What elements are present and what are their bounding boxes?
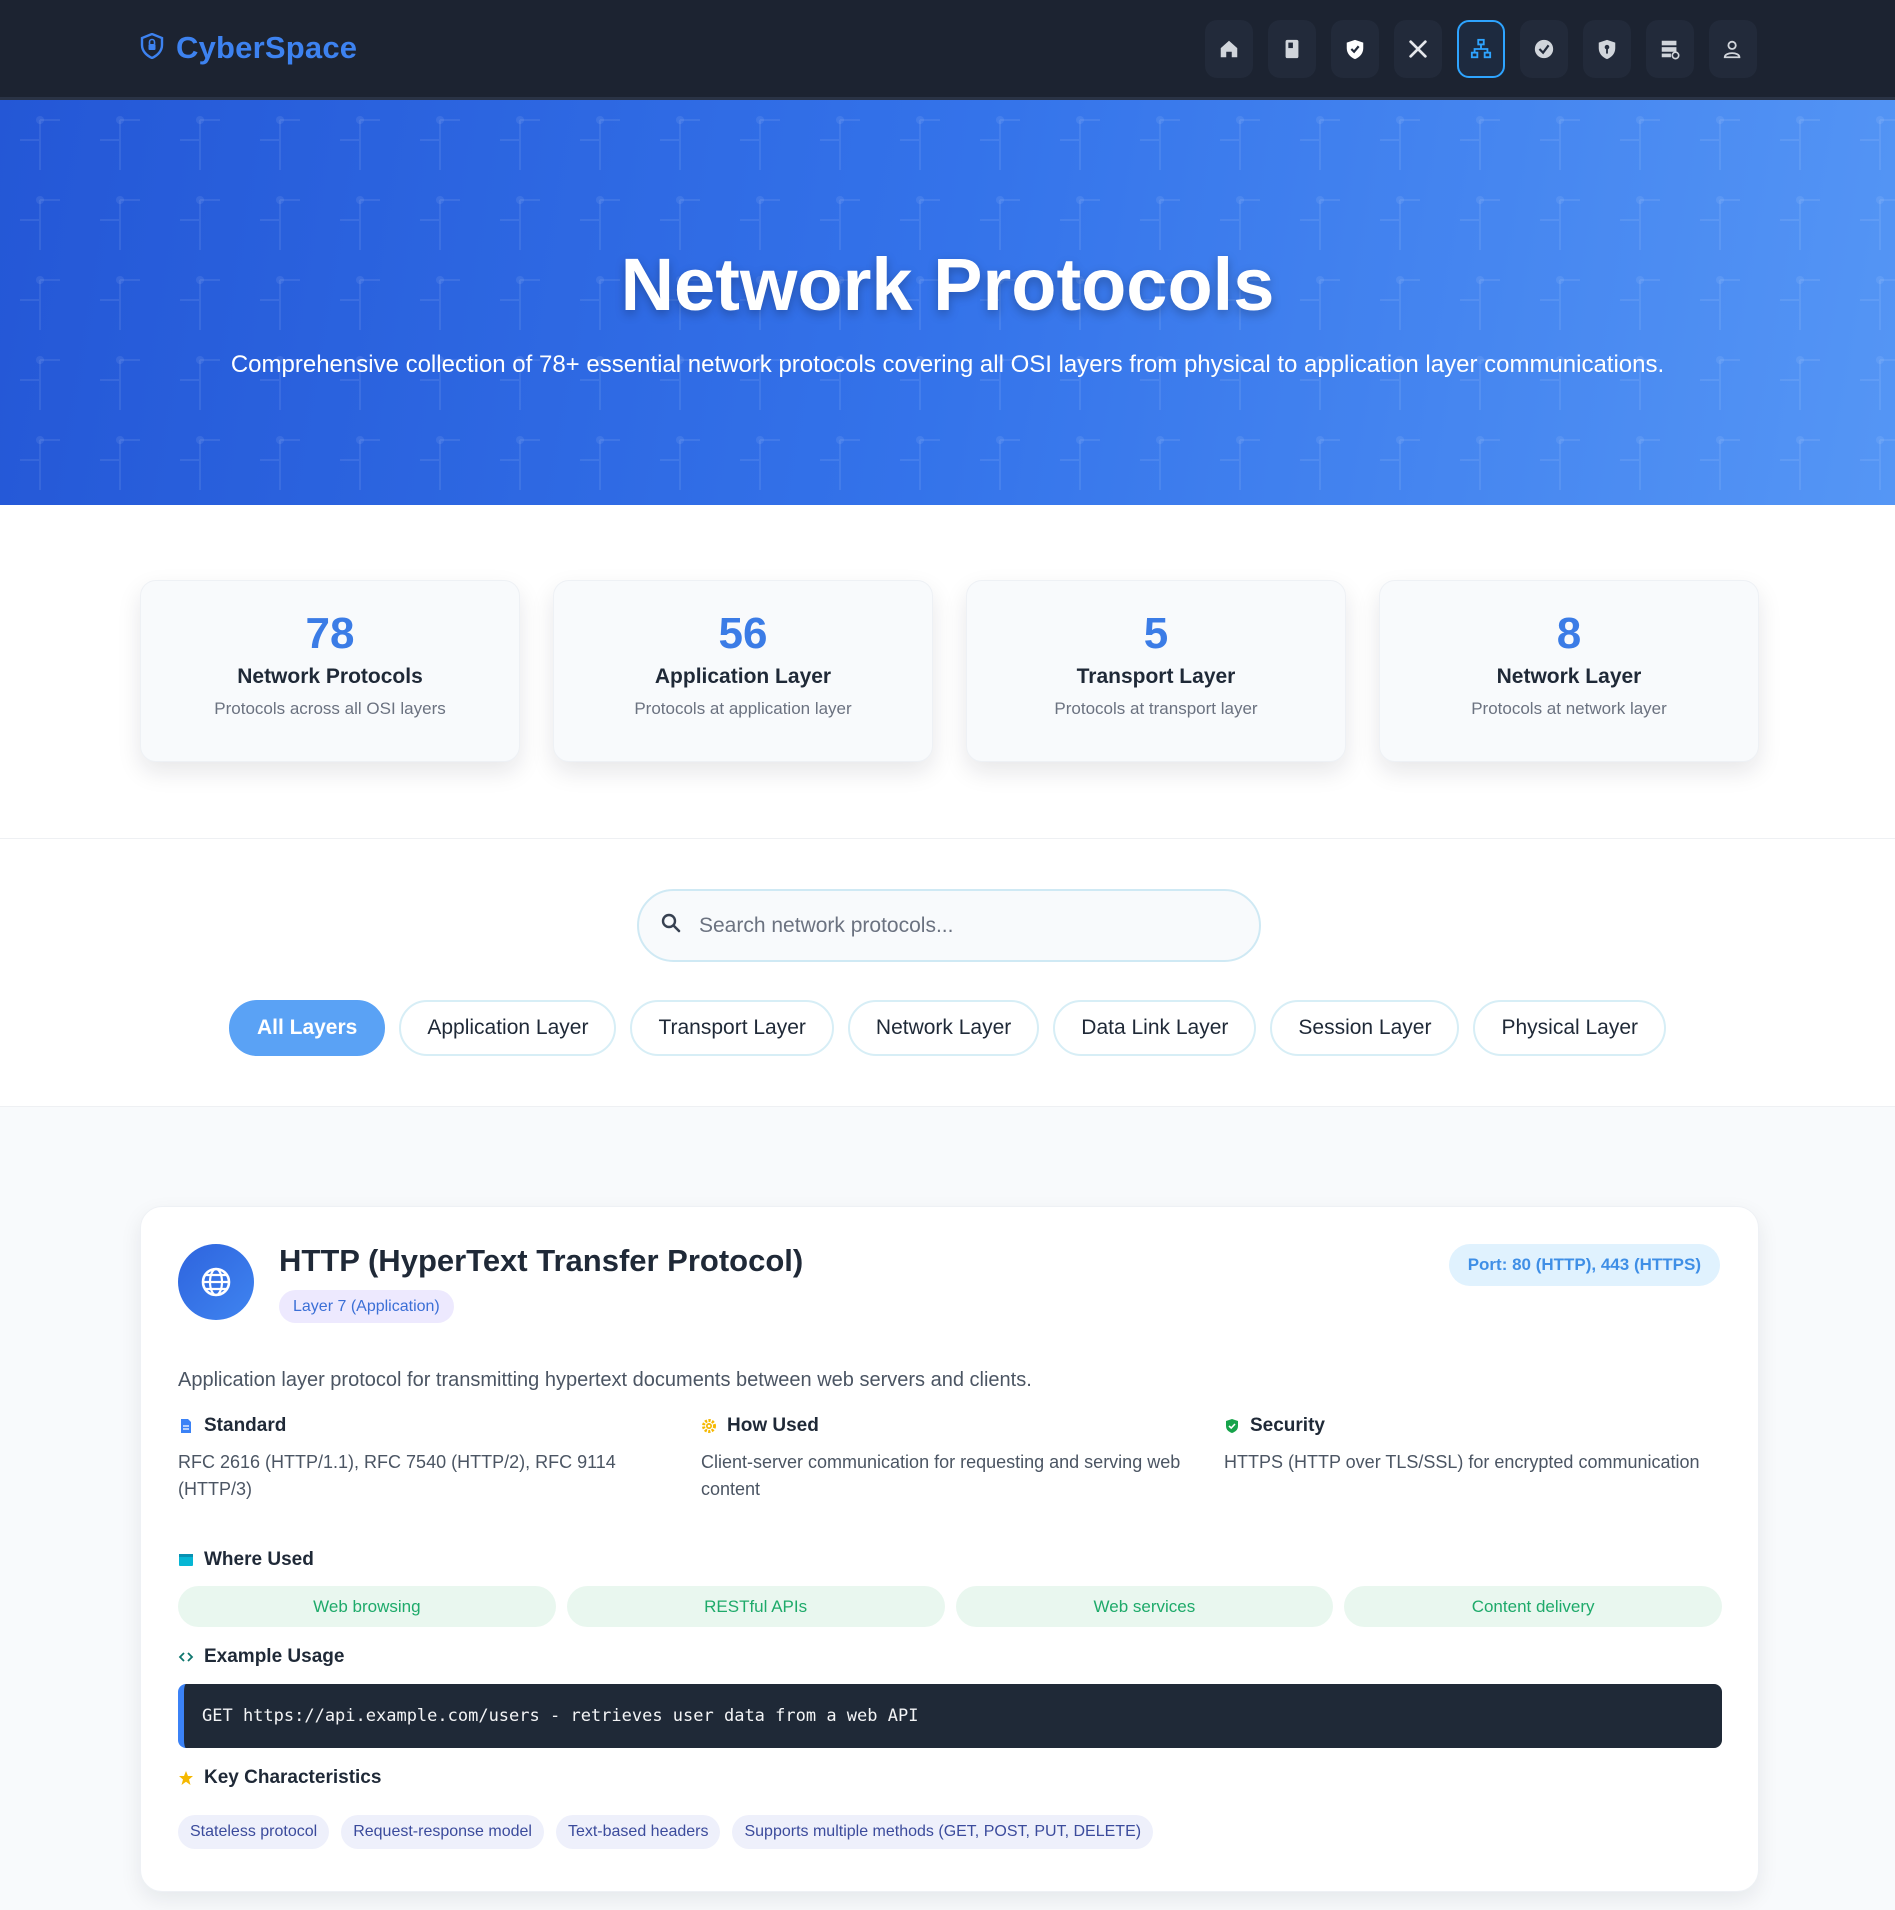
tools-icon xyxy=(1409,40,1427,58)
where-used-item: RESTful APIs xyxy=(566,1586,945,1627)
star-icon xyxy=(179,1771,193,1785)
filter-physical-layer[interactable]: Physical Layer xyxy=(1473,1000,1667,1056)
stat-value: 8 xyxy=(1556,609,1582,658)
filter-transport-layer[interactable]: Transport Layer xyxy=(630,1000,834,1056)
security-section: Security HTTPS (HTTP over TLS/SSL) for e… xyxy=(1224,1415,1724,1476)
nav-tools-button[interactable] xyxy=(1394,20,1442,78)
stat-description: Protocols across all OSI layers xyxy=(214,699,446,718)
search-box[interactable] xyxy=(637,889,1261,962)
protocol-card[interactable]: HTTP (HyperText Transfer Protocol) Layer… xyxy=(140,1206,1759,1892)
filter-application-layer[interactable]: Application Layer xyxy=(399,1000,617,1056)
security-text: HTTPS (HTTP over TLS/SSL) for encrypted … xyxy=(1224,1452,1700,1472)
brand-name: CyberSpace xyxy=(176,30,358,65)
stat-label: Network Protocols xyxy=(237,665,423,688)
where-used-item: Web browsing xyxy=(178,1586,556,1627)
standard-heading: Standard xyxy=(204,1415,287,1436)
standard-text: RFC 2616 (HTTP/1.1), RFC 7540 (HTTP/2), … xyxy=(178,1452,616,1499)
shield-check-icon xyxy=(1346,39,1364,60)
network-icon xyxy=(1470,38,1492,59)
stat-card-total: 78 Network Protocols Protocols across al… xyxy=(140,580,520,762)
characteristics-heading-row: Key Characteristics xyxy=(178,1767,381,1789)
search-icon xyxy=(661,913,681,938)
stat-description: Protocols at network layer xyxy=(1471,699,1667,718)
port-badge: Port: 80 (HTTP), 443 (HTTPS) xyxy=(1448,1244,1720,1286)
how-used-text: Client-server communication for requesti… xyxy=(701,1452,1181,1499)
window-icon xyxy=(179,1554,193,1566)
search-filter-section: All Layers Application Layer Transport L… xyxy=(0,839,1895,1107)
nav-shield-check-button[interactable] xyxy=(1331,20,1379,78)
filter-network-layer[interactable]: Network Layer xyxy=(847,1000,1040,1056)
stat-value: 5 xyxy=(1143,609,1169,658)
how-used-section: How Used Client-server communication for… xyxy=(701,1415,1201,1503)
top-navbar: CyberSpace xyxy=(0,0,1895,100)
nav-user-button[interactable] xyxy=(1709,20,1757,78)
where-used-item: Web services xyxy=(955,1586,1334,1627)
stat-value: 78 xyxy=(305,609,355,658)
where-used-item: Content delivery xyxy=(1344,1586,1722,1627)
nav-check-button[interactable] xyxy=(1520,20,1568,78)
example-heading: Example Usage xyxy=(204,1646,345,1667)
security-heading: Security xyxy=(1250,1415,1325,1436)
nav-home-button[interactable] xyxy=(1205,20,1253,78)
protocol-description: Application layer protocol for transmitt… xyxy=(178,1369,1032,1391)
brand[interactable]: CyberSpace xyxy=(140,30,357,66)
nav-network-button[interactable] xyxy=(1457,20,1505,78)
document-icon xyxy=(181,1419,191,1433)
characteristic-tag: Stateless protocol xyxy=(178,1815,330,1849)
protocol-title: HTTP (HyperText Transfer Protocol) xyxy=(279,1243,804,1278)
server-icon xyxy=(1661,40,1680,60)
layer-filter-bar: All Layers Application Layer Transport L… xyxy=(0,1000,1895,1056)
stat-card-network: 8 Network Layer Protocols at network lay… xyxy=(1379,580,1759,762)
gear-icon xyxy=(702,1419,716,1433)
check-circle-icon xyxy=(1534,39,1554,59)
characteristic-tag: Request-response model xyxy=(341,1815,544,1849)
book-icon xyxy=(1285,39,1299,59)
stat-label: Application Layer xyxy=(654,665,832,688)
shield-check-icon xyxy=(1226,1419,1238,1433)
layer-badge: Layer 7 (Application) xyxy=(279,1290,454,1323)
stat-description: Protocols at application layer xyxy=(634,699,852,718)
stats-section: 78 Network Protocols Protocols across al… xyxy=(0,505,1895,839)
home-icon xyxy=(1220,40,1238,58)
where-used-list: Web browsing RESTful APIs Web services C… xyxy=(178,1586,1722,1627)
shield-key-icon xyxy=(1598,39,1616,60)
shield-lock-icon xyxy=(140,32,164,64)
nav-icon-bar xyxy=(1205,20,1757,78)
where-used-heading-row: Where Used xyxy=(178,1549,314,1571)
nav-server-button[interactable] xyxy=(1646,20,1694,78)
protocol-list: HTTP (HyperText Transfer Protocol) Layer… xyxy=(0,1107,1895,1910)
nav-shield-key-button[interactable] xyxy=(1583,20,1631,78)
search-input[interactable] xyxy=(699,913,1219,938)
page-subtitle: Comprehensive collection of 78+ essentia… xyxy=(230,351,1665,378)
stat-value: 56 xyxy=(718,609,768,658)
characteristics-heading: Key Characteristics xyxy=(204,1767,382,1788)
filter-all-layers[interactable]: All Layers xyxy=(228,1000,386,1056)
stat-label: Network Layer xyxy=(1496,665,1642,688)
stat-card-application: 56 Application Layer Protocols at applic… xyxy=(553,580,933,762)
characteristics-list: Stateless protocol Request-response mode… xyxy=(178,1815,1154,1849)
example-code-block: GET https://api.example.com/users - retr… xyxy=(178,1684,1722,1748)
filter-data-link-layer[interactable]: Data Link Layer xyxy=(1053,1000,1257,1056)
where-used-heading: Where Used xyxy=(204,1549,314,1570)
globe-icon xyxy=(178,1244,254,1320)
hero-banner: Network Protocols Comprehensive collecti… xyxy=(0,100,1895,505)
filter-session-layer[interactable]: Session Layer xyxy=(1270,1000,1460,1056)
example-heading-row: Example Usage xyxy=(178,1646,344,1668)
stat-label: Transport Layer xyxy=(1076,665,1236,688)
characteristic-tag: Text-based headers xyxy=(555,1815,721,1849)
stat-description: Protocols at transport layer xyxy=(1054,699,1258,718)
user-icon xyxy=(1723,40,1741,59)
characteristic-tag: Supports multiple methods (GET, POST, PU… xyxy=(732,1815,1154,1849)
stat-card-transport: 5 Transport Layer Protocols at transport… xyxy=(966,580,1346,762)
page-title: Network Protocols xyxy=(620,243,1275,326)
code-icon xyxy=(178,1652,194,1662)
nav-book-button[interactable] xyxy=(1268,20,1316,78)
how-used-heading: How Used xyxy=(727,1415,819,1436)
standard-section: Standard RFC 2616 (HTTP/1.1), RFC 7540 (… xyxy=(178,1415,678,1503)
